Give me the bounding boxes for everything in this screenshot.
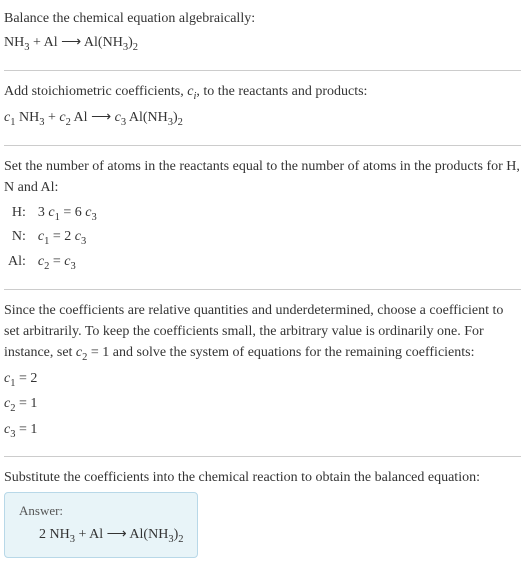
section-stoichiometric: Add stoichiometric coefficients, ci, to … <box>4 81 521 131</box>
problem-equation: NH3 + Al ⟶ Al(NH3)2 <box>4 31 521 56</box>
coef-val: = 1 <box>15 396 37 411</box>
arrow-icon: ⟶ <box>91 108 111 124</box>
eq-part: = <box>49 254 64 269</box>
eq-sub: 2 <box>178 534 183 545</box>
problem-title: Balance the chemical equation algebraica… <box>4 8 521 29</box>
eq-part: Al(NH <box>126 110 168 125</box>
atoms-table: H: 3 c1 = 6 c3 N: c1 = 2 c3 Al: c2 = c3 <box>4 202 101 275</box>
eq-sub: 2 <box>178 117 183 128</box>
atom-label: Al: <box>4 251 34 275</box>
text-part: = 1 and solve the system of equations fo… <box>87 345 474 360</box>
text-part: , to the reactants and products: <box>196 84 367 99</box>
atom-equation: c2 = c3 <box>34 251 101 275</box>
atom-label: N: <box>4 226 34 250</box>
section-problem: Balance the chemical equation algebraica… <box>4 8 521 56</box>
eq-part: NH <box>4 35 24 50</box>
divider <box>4 289 521 290</box>
atom-equation: c1 = 2 c3 <box>34 226 101 250</box>
table-row: Al: c2 = c3 <box>4 251 101 275</box>
solve-text: Since the coefficients are relative quan… <box>4 300 521 366</box>
eq-sub: 2 <box>133 42 138 53</box>
table-row: H: 3 c1 = 6 c3 <box>4 202 101 226</box>
eq-part: Al <box>71 110 91 125</box>
eq-part: 3 <box>38 205 49 220</box>
coef-line: c1 = 2 <box>4 368 521 392</box>
divider <box>4 456 521 457</box>
eq-part: 2 NH <box>39 527 70 542</box>
atoms-text: Set the number of atoms in the reactants… <box>4 156 521 198</box>
arrow-icon: ⟶ <box>107 525 127 541</box>
section-solve: Since the coefficients are relative quan… <box>4 300 521 442</box>
section-answer: Substitute the coefficients into the che… <box>4 467 521 558</box>
table-row: N: c1 = 2 c3 <box>4 226 101 250</box>
coef-line: c3 = 1 <box>4 419 521 443</box>
divider <box>4 145 521 146</box>
atom-equation: 3 c1 = 6 c3 <box>34 202 101 226</box>
arrow-icon: ⟶ <box>61 33 81 49</box>
answer-label: Answer: <box>19 503 183 519</box>
atom-label: H: <box>4 202 34 226</box>
eq-part: + Al <box>75 527 107 542</box>
divider <box>4 70 521 71</box>
section-atoms: Set the number of atoms in the reactants… <box>4 156 521 275</box>
coef-val: = 2 <box>15 371 37 386</box>
eq-part: NH <box>15 110 39 125</box>
answer-box: Answer: 2 NH3 + Al ⟶ Al(NH3)2 <box>4 492 198 558</box>
eq-part: = 2 <box>49 229 74 244</box>
stoich-equation: c1 NH3 + c2 Al ⟶ c3 Al(NH3)2 <box>4 106 521 131</box>
coef-val: = 1 <box>15 422 37 437</box>
eq-part: Al(NH <box>127 527 169 542</box>
coef-sub: 3 <box>81 236 86 247</box>
coef-sub: 3 <box>70 260 75 271</box>
coef-line: c2 = 1 <box>4 393 521 417</box>
stoich-text: Add stoichiometric coefficients, ci, to … <box>4 81 521 105</box>
eq-part: + <box>44 110 59 125</box>
coef-sub: 3 <box>91 211 96 222</box>
eq-part: + Al <box>29 35 61 50</box>
answer-text: Substitute the coefficients into the che… <box>4 467 521 488</box>
eq-part: Al(NH <box>81 35 123 50</box>
answer-equation: 2 NH3 + Al ⟶ Al(NH3)2 <box>19 525 183 545</box>
eq-part: = 6 <box>60 205 85 220</box>
text-part: Add stoichiometric coefficients, <box>4 84 187 99</box>
